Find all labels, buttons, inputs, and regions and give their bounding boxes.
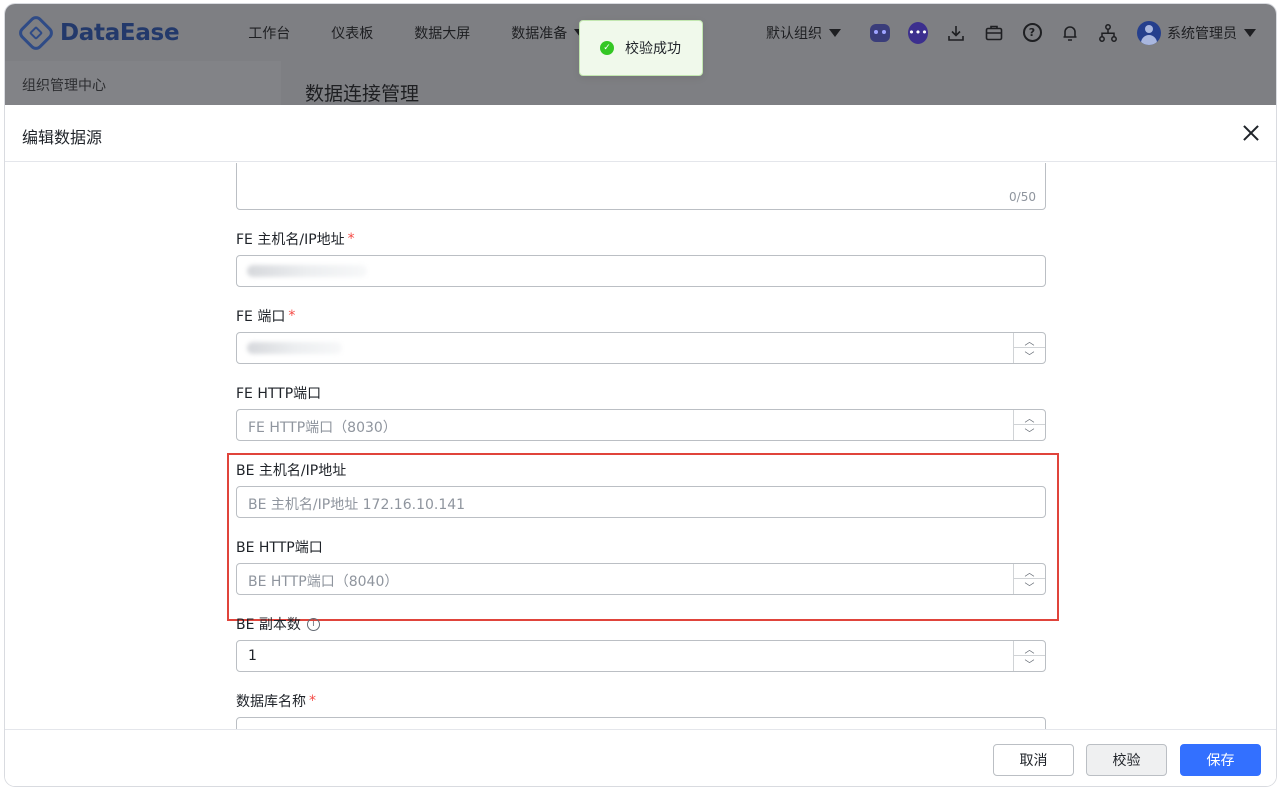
required-mark: * [347, 231, 355, 247]
help-icon[interactable]: ? [1022, 23, 1042, 43]
download-icon[interactable] [946, 23, 966, 43]
redacted-value [247, 342, 342, 354]
avatar[interactable] [1137, 20, 1161, 45]
chat-icon[interactable]: ••• [908, 21, 928, 44]
fe-http-port-label: FE HTTP端口 [236, 383, 321, 403]
db-name-label-text: 数据库名称 [236, 694, 306, 710]
user-menu[interactable]: 系统管理员 [1167, 23, 1256, 43]
char-counter: 0/50 [1009, 190, 1036, 204]
be-host-placeholder: BE 主机名/IP地址 172.16.10.141 [248, 497, 466, 513]
be-replicas-label: BE 副本数 i [236, 614, 320, 634]
dataease-logo-icon [16, 12, 56, 53]
check-circle-icon: ✓ [600, 41, 614, 55]
be-host-input[interactable]: BE 主机名/IP地址 172.16.10.141 [236, 486, 1046, 518]
org-switcher[interactable]: 默认组织 [766, 23, 841, 43]
increment-icon[interactable]: ︿ [1014, 410, 1045, 425]
nav-item-workbench[interactable]: 工作台 [248, 23, 290, 43]
db-name-input[interactable] [236, 717, 1046, 729]
redacted-value [247, 265, 367, 277]
briefcase-icon[interactable] [984, 23, 1004, 43]
app-window: DataEase 工作台 仪表板 数据大屏 数据准备 默认组织 ••• ? 系统… [5, 4, 1276, 786]
decrement-icon[interactable]: ﹀ [1014, 348, 1045, 363]
be-host-label-text: BE 主机名/IP地址 [236, 463, 347, 479]
db-name-label: 数据库名称 * [236, 691, 316, 711]
org-name: 默认组织 [766, 25, 822, 42]
bell-icon[interactable] [1060, 23, 1080, 43]
fe-port-stepper: ︿ ﹀ [1013, 333, 1045, 363]
increment-icon[interactable]: ︿ [1014, 333, 1045, 348]
be-replicas-input[interactable]: 1 ︿ ﹀ [236, 640, 1046, 672]
success-toast: ✓ 校验成功 [579, 20, 703, 76]
decrement-icon[interactable]: ﹀ [1014, 425, 1045, 440]
fe-http-port-label-text: FE HTTP端口 [236, 386, 322, 402]
be-http-port-stepper: ︿ ﹀ [1013, 564, 1045, 594]
highlight-box [227, 453, 1059, 621]
decrement-icon[interactable]: ﹀ [1014, 579, 1045, 594]
required-mark: * [288, 308, 296, 324]
validate-button[interactable]: 校验 [1086, 744, 1167, 776]
be-http-port-input[interactable]: BE HTTP端口（8040） ︿ ﹀ [236, 563, 1046, 595]
org-tree-icon[interactable] [1098, 23, 1118, 43]
datasource-form: 0/50 FE 主机名/IP地址 * FE 端口 * ︿ ﹀ FE HTTP端口… [5, 163, 1276, 729]
increment-icon[interactable]: ︿ [1014, 641, 1045, 656]
robot-icon[interactable] [870, 23, 890, 43]
nav-item-data-screen[interactable]: 数据大屏 [414, 23, 470, 43]
drawer-footer: 取消 校验 保存 [5, 729, 1276, 786]
be-http-port-label-text: BE HTTP端口 [236, 540, 323, 556]
nav-item-data-prepare-label: 数据准备 [511, 25, 568, 42]
toast-message: 校验成功 [625, 41, 681, 57]
fe-http-port-placeholder: FE HTTP端口（8030） [248, 420, 397, 436]
brand-logo[interactable]: DataEase [16, 12, 180, 53]
drawer-title: 编辑数据源 [22, 128, 103, 147]
decrement-icon[interactable]: ﹀ [1014, 656, 1045, 671]
be-replicas-stepper: ︿ ﹀ [1013, 641, 1045, 671]
cancel-button[interactable]: 取消 [993, 744, 1074, 776]
brand-name: DataEase [60, 19, 180, 46]
caret-down-icon [829, 28, 841, 37]
sidebar-header: 组织管理中心 [5, 61, 281, 105]
save-button[interactable]: 保存 [1180, 744, 1261, 776]
fe-host-label: FE 主机名/IP地址 * [236, 229, 355, 249]
top-right-toolbar: 默认组织 ••• ? 系统管理员 [766, 4, 1256, 61]
info-icon[interactable]: i [306, 617, 320, 631]
be-http-port-label: BE HTTP端口 [236, 537, 323, 557]
be-host-label: BE 主机名/IP地址 [236, 460, 346, 480]
page-title: 数据连接管理 [305, 83, 420, 105]
nav-item-dashboard[interactable]: 仪表板 [331, 23, 373, 43]
increment-icon[interactable]: ︿ [1014, 564, 1045, 579]
be-replicas-value: 1 [248, 648, 257, 664]
fe-http-port-input[interactable]: FE HTTP端口（8030） ︿ ﹀ [236, 409, 1046, 441]
fe-port-label: FE 端口 * [236, 306, 295, 326]
fe-host-label-text: FE 主机名/IP地址 [236, 232, 345, 248]
description-textarea[interactable]: 0/50 [236, 163, 1046, 210]
close-icon[interactable] [1242, 124, 1260, 142]
user-name: 系统管理员 [1167, 25, 1237, 42]
edit-datasource-drawer: 编辑数据源 0/50 FE 主机名/IP地址 * FE 端口 * ︿ ﹀ FE … [5, 105, 1276, 786]
nav-item-data-prepare[interactable]: 数据准备 [511, 23, 587, 43]
be-replicas-label-text: BE 副本数 [236, 617, 301, 633]
sidebar-header-title: 组织管理中心 [22, 78, 106, 94]
fe-http-port-stepper: ︿ ﹀ [1013, 410, 1045, 440]
caret-down-icon [1244, 28, 1256, 37]
main-nav: 工作台 仪表板 数据大屏 数据准备 [248, 23, 627, 43]
required-mark: * [309, 693, 316, 709]
fe-host-input[interactable] [236, 255, 1046, 287]
be-http-port-placeholder: BE HTTP端口（8040） [248, 574, 399, 590]
drawer-header: 编辑数据源 [5, 105, 1276, 162]
fe-port-label-text: FE 端口 [236, 309, 286, 325]
fe-port-input[interactable]: ︿ ﹀ [236, 332, 1046, 364]
